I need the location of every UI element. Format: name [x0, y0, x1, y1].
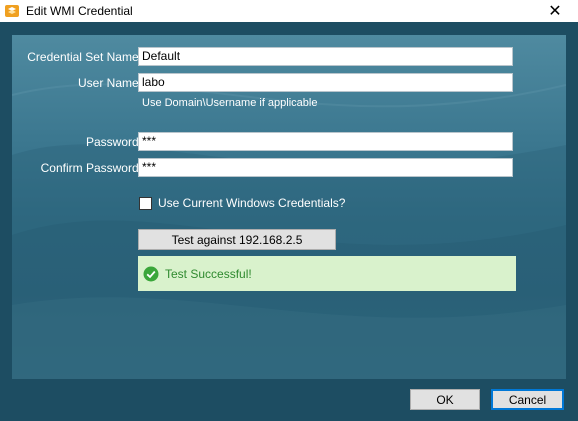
confirm-password-label: Confirm Password:	[40, 161, 142, 175]
close-button[interactable]: ✕	[532, 0, 578, 22]
test-result-banner: Test Successful!	[138, 256, 516, 291]
ok-button[interactable]: OK	[410, 389, 480, 410]
use-current-credentials-label: Use Current Windows Credentials?	[158, 196, 346, 210]
credential-set-name-field[interactable]: Default	[138, 47, 513, 66]
test-result-text: Test Successful!	[165, 266, 252, 281]
user-name-label: User Name:	[77, 76, 142, 90]
title-bar: Edit WMI Credential ✕	[0, 0, 578, 22]
confirm-password-field[interactable]: ***	[138, 158, 513, 177]
dialog-content: Credential Set Name: Default User Name: …	[0, 22, 578, 421]
window-title: Edit WMI Credential	[26, 4, 133, 18]
user-name-field[interactable]: labo	[138, 73, 513, 92]
password-label: Password:	[85, 135, 142, 149]
close-icon: ✕	[548, 3, 562, 20]
credential-set-name-label: Credential Set Name:	[27, 50, 142, 64]
test-button[interactable]: Test against 192.168.2.5	[138, 229, 336, 250]
form-panel: Credential Set Name: Default User Name: …	[12, 35, 566, 379]
use-current-credentials-checkbox[interactable]	[139, 196, 152, 210]
cancel-button[interactable]: Cancel	[491, 389, 564, 410]
check-circle-icon	[143, 266, 159, 282]
use-current-credentials-row[interactable]: Use Current Windows Credentials?	[139, 196, 345, 210]
app-icon	[4, 3, 20, 19]
password-field[interactable]: ***	[138, 132, 513, 151]
user-name-hint: Use Domain\Username if applicable	[142, 97, 318, 109]
